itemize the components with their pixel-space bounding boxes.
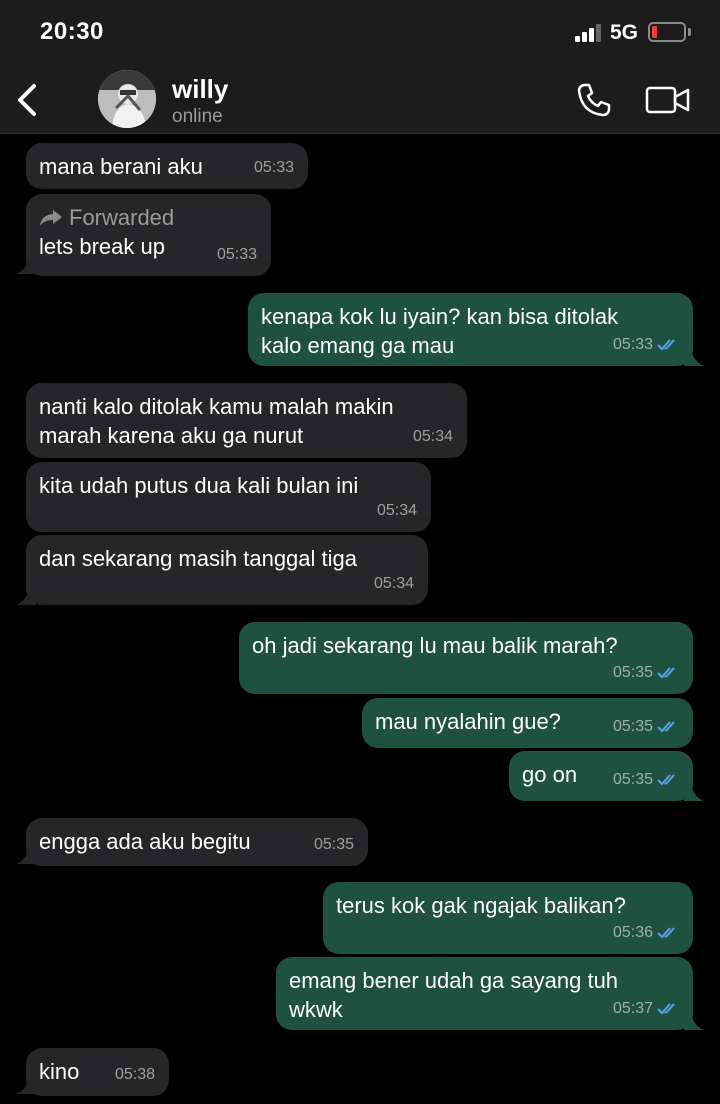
double-check-icon (657, 338, 675, 350)
message-time: 05:34 (412, 428, 453, 445)
double-check-icon (657, 773, 675, 785)
forward-arrow-icon (40, 209, 62, 226)
battery-nub (688, 28, 691, 36)
incoming-message[interactable]: kino 05:38 (26, 1048, 169, 1096)
battery-icon (648, 22, 686, 42)
double-check-icon (657, 926, 675, 938)
message-time: 05:37 (613, 994, 681, 1023)
incoming-message[interactable]: engga ada aku begitu 05:35 (26, 818, 368, 866)
message-time: 05:34 (373, 575, 414, 592)
message-time: 05:36 (613, 918, 681, 947)
contact-name[interactable]: willy (172, 74, 228, 105)
network-type: 5G (610, 21, 639, 44)
back-button[interactable] (12, 80, 42, 120)
outgoing-message[interactable]: emang bener udah ga sayang tuh wkwk 05:3… (276, 957, 693, 1030)
message-text: oh jadi sekarang lu mau balik marah? (252, 633, 618, 658)
incoming-message[interactable]: nanti kalo ditolak kamu malah makin mara… (26, 383, 467, 458)
message-time: 05:38 (114, 1066, 155, 1083)
message-time: 05:35 (613, 658, 681, 687)
bubble-tail (16, 260, 36, 274)
double-check-icon (657, 1002, 675, 1014)
bubble-tail (16, 591, 36, 605)
bubble-tail (684, 1016, 704, 1030)
message-text-line: marah karena aku ga nurut (39, 423, 304, 448)
message-time: 05:33 (613, 330, 681, 359)
incoming-message[interactable]: Forwarded lets break up 05:33 (26, 194, 271, 276)
outgoing-message[interactable]: go on 05:35 (509, 751, 693, 801)
double-check-icon (657, 666, 675, 678)
back-chevron-icon (18, 84, 36, 116)
video-call-button[interactable] (645, 84, 691, 116)
incoming-message[interactable]: kita udah putus dua kali bulan ini 05:34 (26, 462, 431, 532)
message-time: 05:35 (613, 712, 681, 741)
message-time: 05:34 (376, 502, 417, 519)
message-time: 05:35 (613, 765, 681, 794)
status-time: 20:30 (40, 18, 104, 45)
bubble-tail (16, 1080, 36, 1094)
forwarded-label: Forwarded (39, 203, 258, 232)
message-text: dan sekarang masih tanggal tiga (39, 546, 357, 571)
outgoing-message[interactable]: oh jadi sekarang lu mau balik marah? 05:… (239, 622, 693, 694)
signal-icon (575, 24, 603, 42)
status-bar: 20:30 5G (0, 0, 720, 66)
bubble-tail (684, 352, 704, 366)
message-text-line: kenapa kok lu iyain? kan bisa ditolak (261, 304, 619, 329)
phone-icon (577, 83, 611, 117)
message-list[interactable]: mana berani aku 05:33 Forwarded lets bre… (0, 134, 720, 1104)
message-time: 05:35 (313, 836, 354, 853)
message-text-line: nanti kalo ditolak kamu malah makin (39, 394, 394, 419)
bubble-tail (684, 787, 704, 801)
video-camera-icon (645, 86, 690, 114)
incoming-message[interactable]: mana berani aku 05:33 (26, 143, 308, 189)
message-text: terus kok gak ngajak balikan? (336, 893, 626, 918)
outgoing-message[interactable]: terus kok gak ngajak balikan? 05:36 (323, 882, 693, 954)
outgoing-message[interactable]: mau nyalahin gue? 05:35 (362, 698, 693, 748)
message-text: engga ada aku begitu (39, 829, 251, 854)
contact-status: online (172, 106, 223, 127)
chat-header: willy online (0, 66, 720, 134)
message-text: kita udah putus dua kali bulan ini (39, 473, 359, 498)
avatar[interactable] (98, 70, 156, 128)
message-time: 05:33 (216, 246, 257, 263)
incoming-message[interactable]: dan sekarang masih tanggal tiga 05:34 (26, 535, 428, 605)
outgoing-message[interactable]: kenapa kok lu iyain? kan bisa ditolak ka… (248, 293, 693, 366)
message-text-line: emang bener udah ga sayang tuh (289, 968, 619, 993)
message-time: 05:33 (253, 159, 294, 176)
voice-call-button[interactable] (574, 80, 614, 120)
bubble-tail (16, 850, 36, 864)
double-check-icon (657, 720, 675, 732)
